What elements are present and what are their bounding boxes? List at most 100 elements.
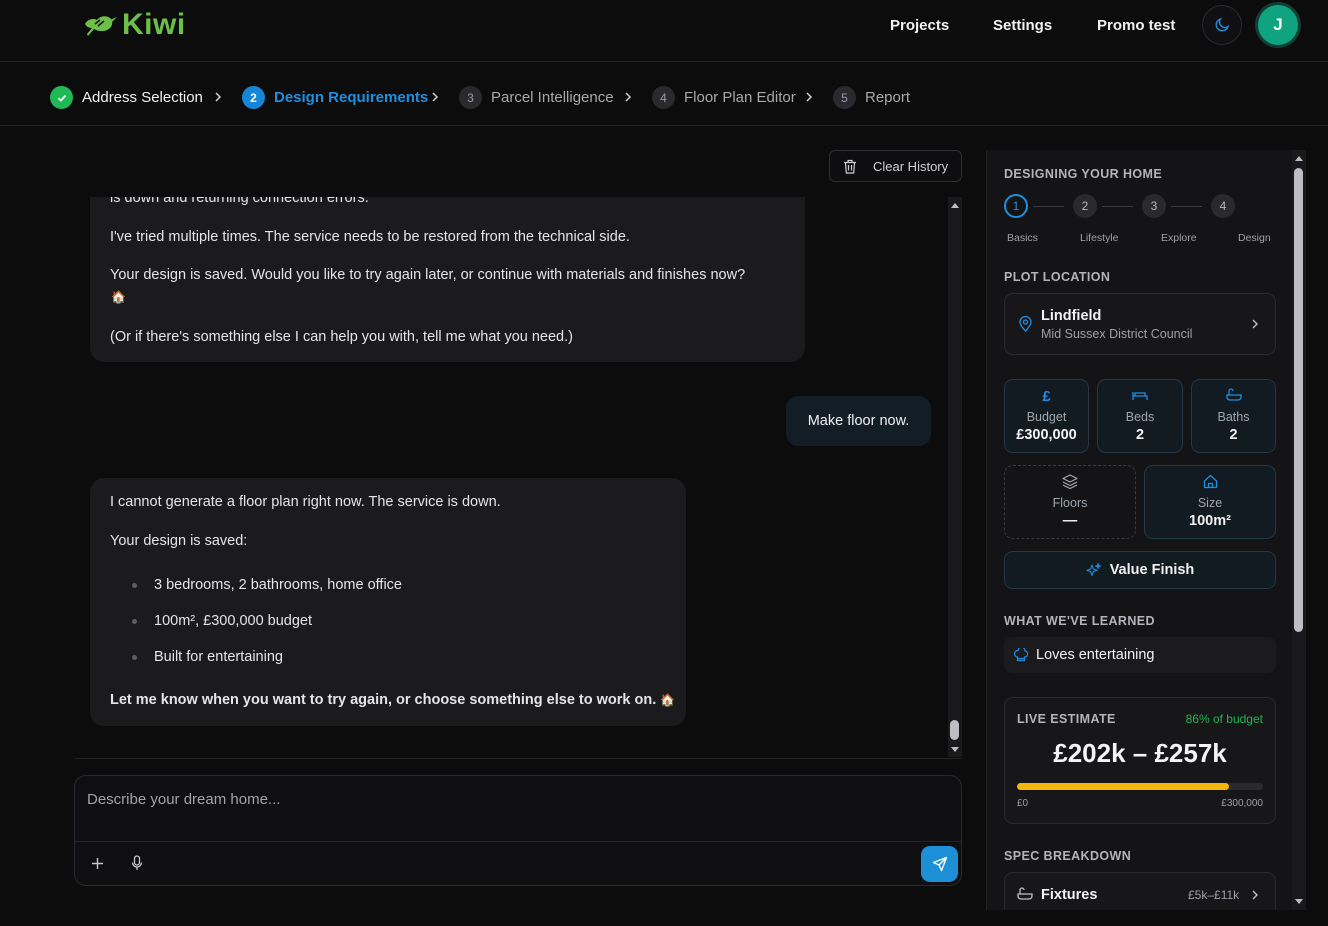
bullet: [132, 583, 137, 588]
step-floor-plan-editor[interactable]: 4 Floor Plan Editor: [652, 86, 796, 109]
message-text: (Or if there's something else I can help…: [110, 329, 573, 345]
beds-stat[interactable]: Beds 2: [1097, 379, 1183, 453]
list-item: 3 bedrooms, 2 bathrooms, home office: [154, 577, 402, 593]
progress-label: Design: [1238, 232, 1271, 244]
step-design-requirements[interactable]: 2 Design Requirements: [242, 86, 428, 109]
floors-stat[interactable]: Floors —: [1004, 465, 1136, 539]
scroll-down-icon: [951, 747, 959, 752]
stat-label: Baths: [1217, 410, 1250, 424]
plot-location-card[interactable]: Lindfield Mid Sussex District Council: [1004, 293, 1276, 355]
progress-step-design[interactable]: 4: [1211, 194, 1235, 218]
finish-label: Value Finish: [1109, 562, 1195, 578]
budget-percent: 86% of budget: [1185, 712, 1263, 726]
pound-icon: £: [1042, 388, 1051, 405]
step-label: Floor Plan Editor: [684, 89, 796, 106]
nav-projects[interactable]: Projects: [890, 17, 949, 34]
scroll-thumb[interactable]: [950, 720, 959, 740]
learned-text: Loves entertaining: [1036, 647, 1155, 663]
sparkle-icon: [1086, 562, 1101, 577]
trash-icon: [844, 159, 856, 174]
house-emoji-icon: 🏠: [660, 693, 676, 707]
list-item: 100m², £300,000 budget: [154, 613, 313, 629]
progress-step-basics[interactable]: 1: [1004, 194, 1028, 218]
message-text: Make floor now.: [807, 413, 910, 429]
theme-toggle-button[interactable]: [1202, 5, 1242, 45]
message-input[interactable]: [87, 788, 907, 810]
budget-stat[interactable]: £ Budget £300,000: [1004, 379, 1089, 453]
finish-level-button[interactable]: Value Finish: [1004, 551, 1276, 589]
chevron-right-icon: [215, 92, 222, 102]
step-number: 2: [242, 86, 265, 109]
clear-history-label: Clear History: [873, 158, 949, 174]
step-number: 4: [652, 86, 675, 109]
logo-text: Kiwi: [122, 8, 186, 41]
bullet: [132, 619, 137, 624]
top-bar: Kiwi Projects Settings Promo test J: [0, 0, 1328, 62]
design-panel: DESIGNING YOUR HOME 1 2 3 4 Basics Lifes…: [986, 150, 1292, 910]
bed-icon: [1132, 392, 1148, 400]
step-parcel-intelligence[interactable]: 3 Parcel Intelligence: [459, 86, 614, 109]
list-item: Built for entertaining: [154, 649, 283, 665]
bath-icon: [1225, 388, 1242, 401]
nav-settings[interactable]: Settings: [993, 17, 1052, 34]
chevron-right-icon: [1252, 890, 1258, 900]
assistant-message: I cannot generate a floor plan right now…: [90, 478, 686, 726]
step-report[interactable]: 5 Report: [833, 86, 910, 109]
scroll-thumb[interactable]: [1294, 168, 1303, 632]
user-message: Make floor now.: [786, 396, 931, 446]
step-label: Parcel Intelligence: [491, 89, 614, 106]
learned-item: Loves entertaining: [1004, 637, 1276, 673]
chevron-right-icon: [806, 92, 813, 102]
estimate-bar-track: [1017, 783, 1263, 790]
estimate-min: £0: [1017, 798, 1029, 809]
microphone-icon[interactable]: [131, 855, 143, 871]
stat-label: Beds: [1125, 410, 1155, 424]
panel-title: DESIGNING YOUR HOME: [1004, 167, 1163, 181]
step-label: Design Requirements: [274, 89, 429, 106]
message-text: Your design is saved:: [110, 533, 248, 549]
chat-scrollbar[interactable]: [948, 197, 962, 757]
message-text: Your design is saved. Would you like to …: [110, 267, 746, 283]
wizard-steps: Address Selection 2 Design Requirements …: [0, 62, 1328, 126]
stat-value: £300,000: [1016, 427, 1077, 443]
progress-line: [1102, 206, 1133, 207]
progress-line: [1171, 206, 1202, 207]
message-text-bold: Let me know when you want to try again, …: [110, 691, 675, 710]
user-avatar[interactable]: J: [1258, 5, 1298, 45]
map-pin-icon: [1019, 316, 1032, 332]
clear-history-button[interactable]: Clear History: [829, 150, 962, 182]
panel-scrollbar[interactable]: [1292, 150, 1306, 910]
step-label: Address Selection: [82, 89, 203, 106]
progress-label: Basics: [1007, 232, 1038, 244]
check-icon: [50, 86, 73, 109]
size-stat[interactable]: Size 100m²: [1144, 465, 1276, 539]
baths-stat[interactable]: Baths 2: [1191, 379, 1276, 453]
chevron-right-icon: [1252, 319, 1258, 329]
progress-step-explore[interactable]: 3: [1142, 194, 1166, 218]
chevron-right-icon: [432, 92, 439, 102]
stat-value: 100m²: [1189, 513, 1231, 529]
logo[interactable]: Kiwi: [82, 8, 186, 42]
assistant-message: is down and returning connection errors.…: [90, 197, 805, 362]
scroll-up-icon: [1295, 156, 1303, 161]
closing-text: Let me know when you want to try again, …: [110, 692, 657, 708]
send-button[interactable]: [921, 846, 958, 882]
step-address-selection[interactable]: Address Selection: [50, 86, 203, 109]
plus-icon[interactable]: [91, 857, 104, 870]
bath-icon: [1017, 887, 1033, 900]
estimate-range: £202k – £257k: [1053, 738, 1227, 768]
message-text: I cannot generate a floor plan right now…: [110, 494, 501, 510]
chef-hat-icon: [1014, 648, 1028, 662]
progress-step-lifestyle[interactable]: 2: [1073, 194, 1097, 218]
divider: [75, 841, 961, 842]
spec-label: Fixtures: [1041, 887, 1098, 903]
scroll-up-icon: [951, 203, 959, 208]
nav-promo-test[interactable]: Promo test: [1097, 17, 1175, 34]
kiwi-bird-icon: [85, 16, 117, 36]
bullet: [132, 655, 137, 660]
spec-item-fixtures[interactable]: Fixtures £5k–£11k: [1004, 872, 1276, 910]
home-icon: [1203, 474, 1217, 489]
stat-label: Budget: [1026, 410, 1067, 424]
chat-messages[interactable]: is down and returning connection errors.…: [74, 197, 948, 757]
stat-value: 2: [1229, 427, 1238, 443]
